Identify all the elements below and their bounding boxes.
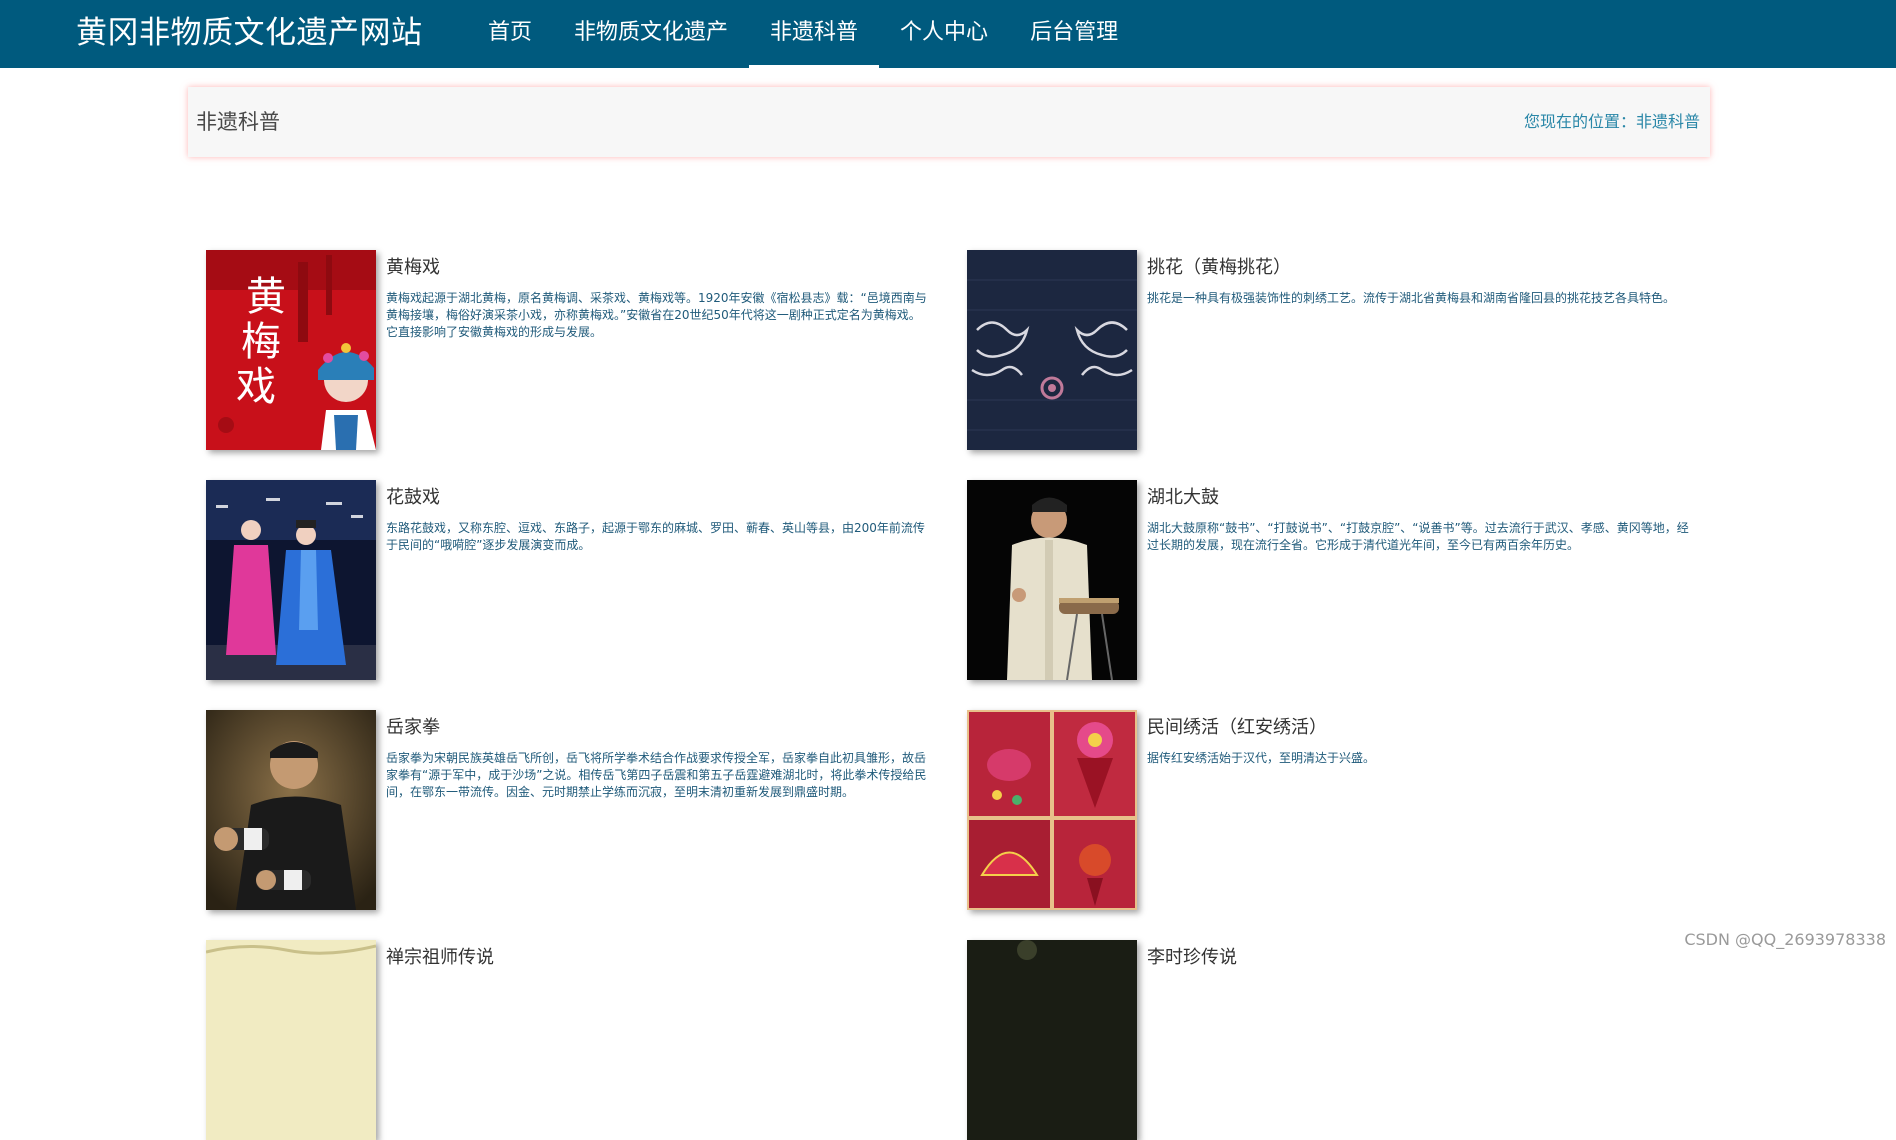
article-title[interactable]: 挑花（黄梅挑花） <box>1147 256 1291 280</box>
opera-performers-image[interactable] <box>206 480 376 680</box>
page-title: 非遗科普 <box>196 107 280 137</box>
huangmeixi-poster-image[interactable]: 黄 梅 戏 <box>206 250 376 450</box>
article-card[interactable]: 挑花（黄梅挑花） 挑花是一种具有极强装饰性的刺绣工艺。流传于湖北省黄梅县和湖南省… <box>967 250 1687 450</box>
article-title[interactable]: 湖北大鼓 <box>1147 486 1219 510</box>
nav-item-admin[interactable]: 后台管理 <box>1009 0 1139 68</box>
article-summary: 挑花是一种具有极强装饰性的刺绣工艺。流传于湖北省黄梅县和湖南省隆回县的挑花技艺各… <box>1147 290 1692 307</box>
article-card[interactable]: 湖北大鼓 湖北大鼓原称“鼓书”、“打鼓说书”、“打鼓京腔”、“说善书”等。过去流… <box>967 480 1687 680</box>
article-card[interactable]: 禅宗祖师传说 <box>206 940 926 1140</box>
main-nav: 首页 非物质文化遗产 非遗科普 个人中心 后台管理 <box>467 0 1139 68</box>
nav-item-science[interactable]: 非遗科普 <box>749 0 879 68</box>
top-navbar: 黄冈非物质文化遗产网站 首页 非物质文化遗产 非遗科普 个人中心 后台管理 <box>0 0 1896 68</box>
article-summary: 据传红安绣活始于汉代，至明清达于兴盛。 <box>1147 750 1692 767</box>
breadcrumb[interactable]: 您现在的位置：非遗科普 <box>1524 110 1700 134</box>
article-summary: 湖北大鼓原称“鼓书”、“打鼓说书”、“打鼓京腔”、“说善书”等。过去流行于武汉、… <box>1147 520 1692 554</box>
article-summary: 岳家拳为宋朝民族英雄岳飞所创，岳飞将所学拳术结合作战要求传授全军，岳家拳自此初具… <box>386 750 931 801</box>
article-title[interactable]: 黄梅戏 <box>386 256 440 280</box>
dark-photo-image[interactable] <box>967 940 1137 1140</box>
page-header: 非遗科普 您现在的位置：非遗科普 <box>188 87 1710 157</box>
martial-artist-image[interactable] <box>206 710 376 910</box>
svg-text:黄: 黄 <box>246 274 286 320</box>
svg-text:戏: 戏 <box>236 364 276 410</box>
nav-item-personal-center[interactable]: 个人中心 <box>879 0 1009 68</box>
drum-performer-image[interactable] <box>967 480 1137 680</box>
article-title[interactable]: 李时珍传说 <box>1147 946 1237 970</box>
article-title[interactable]: 岳家拳 <box>386 716 440 740</box>
article-summary: 东路花鼓戏，又称东腔、逗戏、东路子，起源于鄂东的麻城、罗田、蕲春、英山等县，由2… <box>386 520 931 554</box>
article-title[interactable]: 民间绣活（红安绣活） <box>1147 716 1327 740</box>
watermark: CSDN @QQ_2693978338 <box>1684 930 1886 949</box>
article-card[interactable]: 花鼓戏 东路花鼓戏，又称东腔、逗戏、东路子，起源于鄂东的麻城、罗田、蕲春、英山等… <box>206 480 926 680</box>
nav-item-heritage[interactable]: 非物质文化遗产 <box>553 0 749 68</box>
article-card[interactable]: 民间绣活（红安绣活） 据传红安绣活始于汉代，至明清达于兴盛。 <box>967 710 1687 910</box>
article-card[interactable]: 岳家拳 岳家拳为宋朝民族英雄岳飞所创，岳飞将所学拳术结合作战要求传授全军，岳家拳… <box>206 710 926 910</box>
article-title[interactable]: 禅宗祖师传说 <box>386 946 494 970</box>
nav-item-home[interactable]: 首页 <box>467 0 553 68</box>
embroidery-dragons-image[interactable] <box>967 250 1137 450</box>
svg-text:梅: 梅 <box>241 319 281 365</box>
red-crafts-grid-image[interactable] <box>967 710 1137 910</box>
zen-painting-image[interactable] <box>206 940 376 1140</box>
article-summary: 黄梅戏起源于湖北黄梅，原名黄梅调、采茶戏、黄梅戏等。1920年安徽《宿松县志》载… <box>386 290 931 341</box>
article-card[interactable]: 黄 梅 戏 黄梅戏 黄梅戏起源于湖北黄梅，原名黄梅调、采茶戏、黄梅戏等。1920… <box>206 250 926 450</box>
site-title[interactable]: 黄冈非物质文化遗产网站 <box>76 13 423 53</box>
article-title[interactable]: 花鼓戏 <box>386 486 440 510</box>
article-card[interactable]: 李时珍传说 <box>967 940 1687 1140</box>
